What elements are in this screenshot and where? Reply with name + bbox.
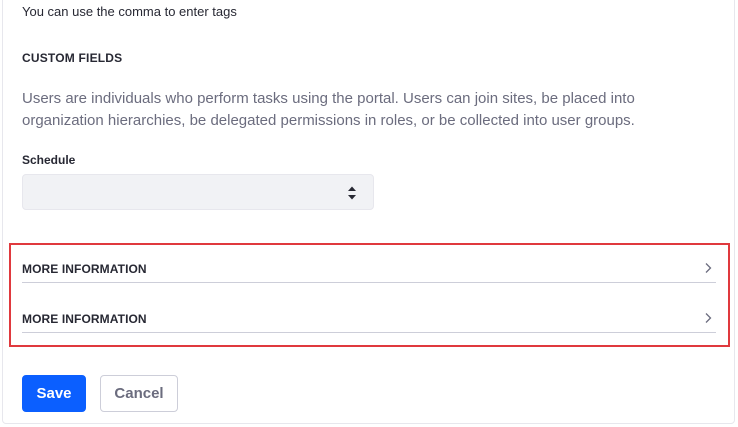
tags-hint: You can use the comma to enter tags xyxy=(22,4,237,19)
schedule-select[interactable] xyxy=(22,174,374,210)
more-information-panel-2[interactable]: MORE INFORMATION xyxy=(22,303,716,333)
chevron-right-icon xyxy=(705,313,712,323)
save-button[interactable]: Save xyxy=(22,375,86,412)
panel-title: MORE INFORMATION xyxy=(22,312,147,326)
select-caret-icon xyxy=(348,186,356,200)
custom-fields-title: CUSTOM FIELDS xyxy=(22,51,123,65)
panel-title: MORE INFORMATION xyxy=(22,262,147,276)
custom-fields-description: Users are individuals who perform tasks … xyxy=(22,90,635,129)
more-information-panel-1[interactable]: MORE INFORMATION xyxy=(22,253,716,283)
cancel-button[interactable]: Cancel xyxy=(100,375,178,412)
schedule-label: Schedule xyxy=(22,153,76,167)
chevron-right-icon xyxy=(705,263,712,273)
